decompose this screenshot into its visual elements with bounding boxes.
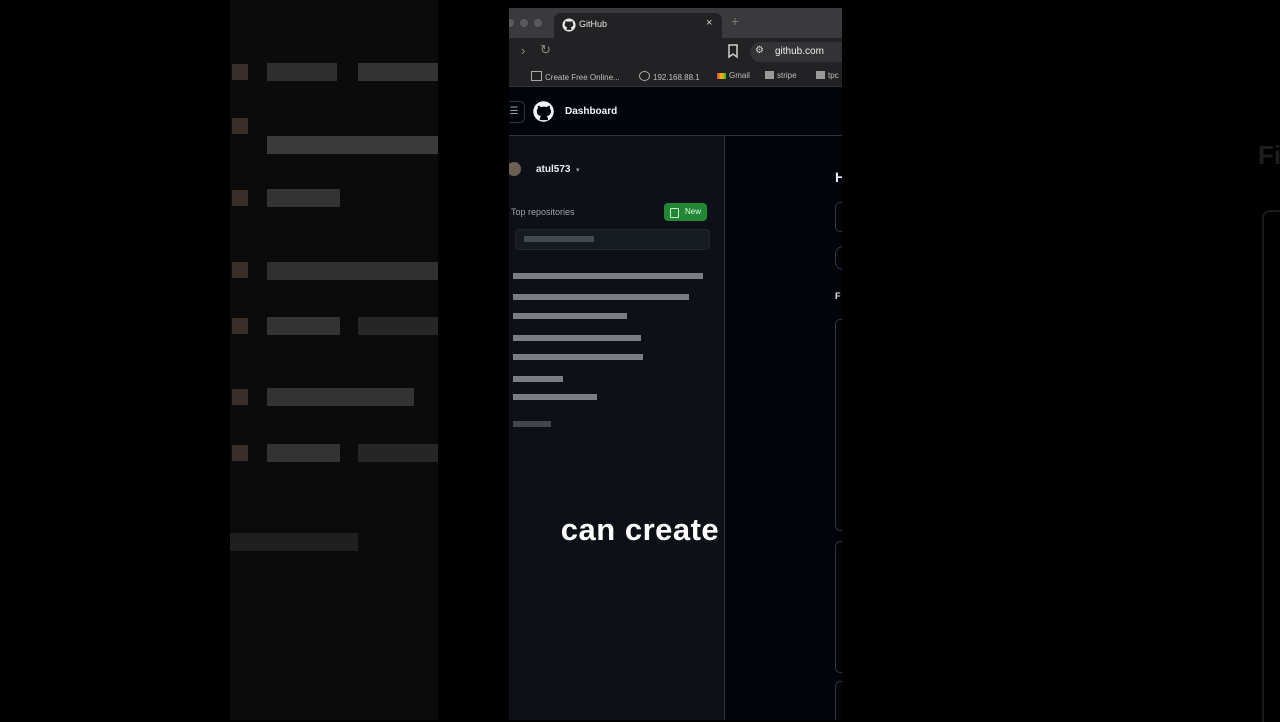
github-header: ☰ Dashboard	[509, 87, 842, 136]
bookmark-label: Create Free Online...	[545, 73, 620, 82]
browser-toolbar: › ↻ ⚙ github.com	[509, 38, 842, 66]
bookmark-item[interactable]: tpc	[816, 71, 839, 80]
close-icon[interactable]: ×	[706, 17, 712, 29]
repo-icon	[670, 208, 679, 218]
bookmark-label: tpc	[828, 71, 839, 80]
feed-card	[835, 681, 842, 720]
tab-strip: GitHub × +	[509, 8, 842, 38]
github-icon	[562, 18, 576, 32]
bookmark-item[interactable]: stripe	[765, 71, 797, 80]
github-logo-icon[interactable]	[533, 101, 554, 122]
dashboard-main: H F	[725, 136, 842, 720]
pill-button[interactable]	[835, 246, 842, 270]
chevron-down-icon[interactable]: ▾	[576, 166, 580, 174]
forward-icon[interactable]: ›	[521, 43, 525, 58]
avatar[interactable]	[509, 162, 521, 176]
new-repository-button[interactable]: New	[664, 203, 707, 221]
repositories-heading: Top repositories	[511, 207, 575, 217]
bookmark-label: 192.168.88.1	[653, 73, 700, 82]
url-text: github.com	[775, 46, 824, 57]
blurred-dot	[232, 445, 248, 461]
repo-list-item[interactable]	[513, 354, 643, 360]
folder-icon	[765, 71, 774, 79]
repo-list-item[interactable]	[513, 394, 597, 400]
blurred-row	[267, 262, 438, 280]
browser-window: GitHub × + › ↻ ⚙ github.com Create Free …	[509, 8, 842, 720]
blurred-placeholder	[524, 236, 594, 242]
bookmarks-bar: Create Free Online... 192.168.88.1 Gmail…	[509, 66, 842, 87]
new-button-label: New	[684, 207, 701, 216]
repo-list-item[interactable]	[513, 273, 703, 279]
address-bar[interactable]: ⚙ github.com	[750, 42, 842, 62]
dashboard-sidebar: atul573 ▾ Top repositories New	[509, 136, 725, 720]
tab-title: GitHub	[579, 19, 608, 29]
feed-card	[835, 319, 842, 531]
feed-card	[835, 541, 842, 673]
blurred-right-text: Fi	[1258, 140, 1280, 170]
menu-icon[interactable]: ☰	[509, 101, 525, 123]
video-caption: can create	[560, 512, 720, 547]
blurred-dot	[232, 262, 248, 278]
site-settings-icon[interactable]: ⚙	[755, 45, 764, 56]
page-title: Dashboard	[565, 106, 618, 117]
repo-list-item[interactable]	[513, 376, 563, 382]
page-icon	[531, 71, 542, 81]
blurred-dot	[232, 318, 248, 334]
blurred-row	[358, 444, 438, 462]
folder-icon	[816, 71, 825, 79]
bookmark-item[interactable]: 192.168.88.1	[639, 71, 700, 82]
repo-list-item[interactable]	[513, 313, 627, 319]
repo-list-item[interactable]	[513, 335, 641, 341]
blurred-row	[267, 444, 340, 462]
tab-github[interactable]: GitHub ×	[554, 13, 722, 38]
blurred-right-card	[1262, 210, 1280, 722]
blurred-row	[267, 317, 340, 335]
blurred-row	[267, 136, 438, 154]
home-heading: H	[835, 169, 842, 185]
new-tab-icon[interactable]: +	[731, 13, 739, 29]
show-more-link[interactable]	[513, 421, 551, 427]
bookmark-item[interactable]: Gmail	[717, 71, 750, 80]
blurred-dot	[232, 190, 248, 206]
repo-list-item[interactable]	[513, 294, 689, 300]
window-control[interactable]	[520, 19, 528, 27]
window-control[interactable]	[534, 19, 542, 27]
blurred-row	[267, 63, 337, 81]
blurred-dot	[232, 64, 248, 80]
blurred-background-left	[230, 0, 438, 720]
blurred-row	[267, 388, 414, 406]
account-switcher[interactable]: atul573	[536, 164, 570, 175]
gmail-icon	[717, 73, 726, 79]
window-control[interactable]	[509, 19, 514, 27]
globe-icon	[639, 71, 650, 81]
reload-icon[interactable]: ↻	[540, 42, 551, 58]
blurred-dot	[232, 118, 248, 134]
bookmark-label: stripe	[777, 71, 797, 80]
bookmark-icon[interactable]	[726, 43, 740, 59]
feed-heading: F	[835, 291, 841, 301]
bookmark-item[interactable]: Create Free Online...	[531, 71, 620, 82]
blurred-row	[358, 317, 438, 335]
bookmark-label: Gmail	[729, 71, 750, 80]
blurred-row	[267, 189, 340, 207]
prompt-box[interactable]	[835, 202, 842, 232]
find-repository-input[interactable]	[515, 229, 710, 250]
blurred-dot	[232, 389, 248, 405]
blurred-row	[358, 63, 438, 81]
